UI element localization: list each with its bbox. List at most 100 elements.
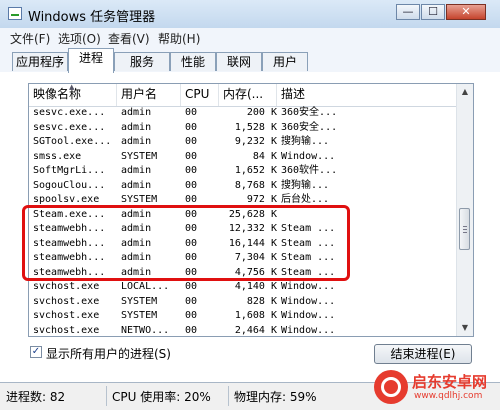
table-row[interactable]: svchost.exe LOCAL... 00 4,140 K Window... [29,280,457,295]
table-cell: smss.exe [33,150,82,162]
table-cell: 00 [185,179,198,191]
table-cell: SYSTEM [121,310,158,321]
table-cell: 4,140 K [234,281,277,292]
table-cell: 972 K [246,194,277,205]
tab-performance[interactable]: 性能 [170,52,216,71]
status-process-count: 进程数: 82 [6,390,66,404]
table-cell: admin [121,165,152,176]
end-process-button[interactable]: 结束进程(E) [374,344,472,364]
table-cell: 00 [185,237,198,249]
col-username[interactable]: 用户名 [117,84,181,106]
table-cell: Steam ... [281,252,336,263]
title-bar[interactable]: Windows 任务管理器 — ☐ ✕ [0,0,500,28]
col-description[interactable]: 描述 [277,84,457,106]
scroll-thumb[interactable] [459,208,470,250]
menu-bar: 文件(F) 选项(O) 查看(V) 帮助(H) [0,28,500,48]
table-cell: SYSTEM [121,295,158,307]
table-cell: 00 [185,107,198,118]
window-title: Windows 任务管理器 [28,10,156,25]
table-row[interactable]: SogouClou... admin 00 8,768 K 搜狗输... [29,179,457,194]
table-cell: admin [121,237,152,249]
maximize-button[interactable]: ☐ [421,4,445,20]
show-all-processes-label: 显示所有用户的进程(S) [46,347,171,361]
table-cell: 7,304 K [234,252,277,263]
scroll-down-icon[interactable]: ▼ [457,320,473,336]
tab-processes[interactable]: 进程 [68,48,114,73]
process-list[interactable]: 映像名称 ▲ 用户名 CPU 内存(... 描述 sesvc.exe... adm… [28,83,474,337]
table-cell: 8,768 K [234,179,277,191]
table-cell: svchost.exe [33,281,100,292]
menu-help[interactable]: 帮助(H) [158,30,200,47]
table-cell: 12,332 K [228,223,277,234]
table-cell: 360软件... [281,165,338,176]
col-cpu[interactable]: CPU [181,84,219,106]
watermark-url: www.qdlhj.com [414,391,483,401]
minimize-button[interactable]: — [396,4,420,20]
table-cell: admin [121,179,152,191]
table-cell: 00 [185,266,198,278]
table-cell: 00 [185,136,198,147]
table-cell: 84 K [252,150,277,162]
table-cell: admin [121,266,152,278]
table-row[interactable]: sesvc.exe... admin 00 200 K 360安全... [29,106,457,121]
process-rows: sesvc.exe... admin 00 200 K 360安全... sesvc.ex… [29,106,457,336]
table-cell: admin [121,223,152,234]
table-cell: SYSTEM [121,150,158,162]
table-cell: 00 [185,121,198,133]
table-cell: svchost.exe [33,295,100,307]
table-cell: 00 [185,281,198,292]
table-cell: 00 [185,150,198,162]
table-row[interactable]: svchost.exe SYSTEM 00 828 K Window... [29,295,457,310]
table-row[interactable]: Steam.exe... admin 00 25,628 K [29,208,457,223]
close-button[interactable]: ✕ [446,4,486,20]
table-cell: Steam.exe... [33,208,106,220]
table-row[interactable]: SGTool.exe... admin 00 9,232 K 搜狗输... [29,135,457,150]
table-cell: SGTool.exe... [33,136,112,147]
table-cell: sesvc.exe... [33,121,106,133]
table-cell: 搜狗输... [281,179,330,191]
table-cell: Steam ... [281,223,336,234]
table-cell: steamwebh... [33,223,106,234]
col-memory[interactable]: 内存(... [219,84,277,106]
table-cell: SYSTEM [121,194,158,205]
table-row[interactable]: steamwebh... admin 00 12,332 K Steam ... [29,222,457,237]
task-manager-window: Windows 任务管理器 — ☐ ✕ 文件(F) 选项(O) 查看(V) 帮助… [0,0,500,410]
table-cell: 00 [185,295,198,307]
table-row[interactable]: svchost.exe SYSTEM 00 1,608 K Window... [29,309,457,324]
menu-file[interactable]: 文件(F) [10,30,50,47]
status-cpu-usage: CPU 使用率: 20% [112,390,211,404]
tab-users[interactable]: 用户 [262,52,308,71]
table-cell: svchost.exe [33,310,100,321]
table-cell: Window... [281,281,336,292]
table-cell: Window... [281,150,336,162]
show-all-processes-checkbox[interactable]: ✓ [30,346,42,358]
table-row[interactable]: sesvc.exe... admin 00 1,528 K 360安全... [29,121,457,136]
table-row[interactable]: steamwebh... admin 00 16,144 K Steam ... [29,237,457,252]
table-row[interactable]: svchost.exe NETWO... 00 2,464 K Window... [29,324,457,337]
tab-networking[interactable]: 联网 [216,52,262,71]
table-cell: 16,144 K [228,237,277,249]
table-row[interactable]: steamwebh... admin 00 7,304 K Steam ... [29,251,457,266]
table-cell: admin [121,121,152,133]
table-cell: 后台处... [281,194,330,205]
sort-arrow-icon: ▲ [69,83,75,91]
menu-options[interactable]: 选项(O) [58,30,101,47]
table-cell: 1,528 K [234,121,277,133]
tab-services[interactable]: 服务 [114,52,170,71]
table-row[interactable]: steamwebh... admin 00 4,756 K Steam ... [29,266,457,281]
table-cell: Steam ... [281,266,336,278]
table-cell: 360安全... [281,121,338,133]
table-cell: Window... [281,324,336,336]
table-cell: 200 K [246,107,277,118]
tab-applications[interactable]: 应用程序 [12,52,68,71]
table-row[interactable]: spoolsv.exe SYSTEM 00 972 K 后台处... [29,193,457,208]
table-cell: Steam ... [281,237,336,249]
table-row[interactable]: smss.exe SYSTEM 00 84 K Window... [29,150,457,165]
scroll-up-icon[interactable]: ▲ [457,84,473,100]
table-cell: SogouClou... [33,179,106,191]
status-memory-usage: 物理内存: 59% [234,390,317,404]
col-image-name[interactable]: 映像名称 ▲ [29,84,117,106]
vertical-scrollbar[interactable]: ▲ ▼ [456,84,473,336]
table-row[interactable]: SoftMgrLi... admin 00 1,652 K 360软件... [29,164,457,179]
menu-view[interactable]: 查看(V) [108,30,150,47]
